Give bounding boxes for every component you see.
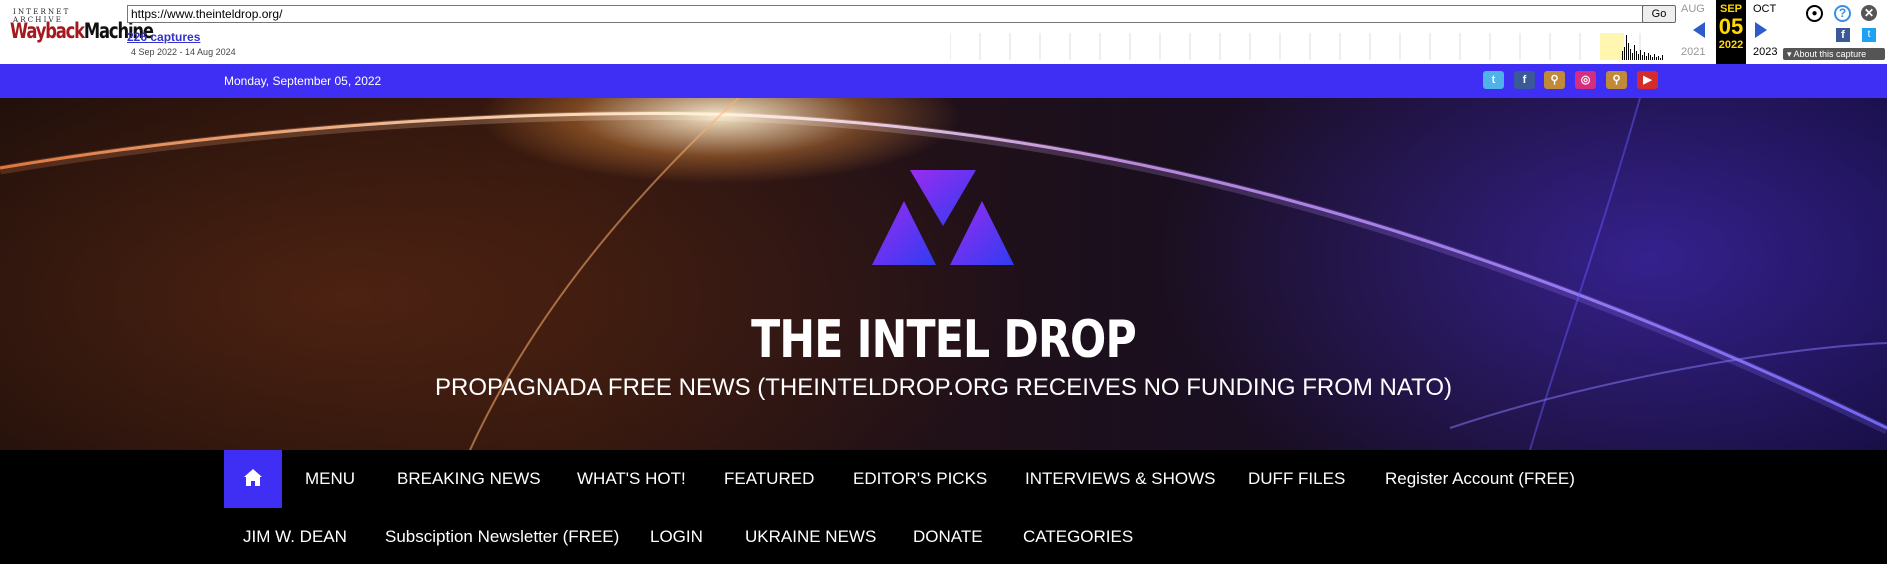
site-top-bar: Monday, September 05, 2022 t f ⚲ ◎ ⚲ ▶ <box>0 64 1887 98</box>
wayback-current-year: 2022 <box>1718 39 1744 51</box>
twitter-icon[interactable]: t <box>1862 28 1876 42</box>
wayback-capture-sparkline[interactable] <box>950 33 1670 60</box>
nav-item-subscription-newsletter[interactable]: Subsciption Newsletter (FREE) <box>385 527 619 547</box>
wayback-current-date: SEP 05 2022 <box>1716 0 1746 64</box>
site-title[interactable]: THE INTEL DROP <box>170 310 1717 370</box>
search-icon[interactable]: ⚲ <box>1544 71 1565 89</box>
wayback-next-month[interactable]: OCT <box>1753 3 1776 15</box>
close-icon[interactable]: ✕ <box>1861 5 1877 21</box>
wayback-next-year[interactable]: 2023 <box>1753 46 1777 58</box>
site-tagline: PROPAGNADA FREE NEWS (THEINTELDROP.ORG R… <box>435 374 1452 401</box>
nav-item-whats-hot[interactable]: WHAT'S HOT! <box>577 469 686 489</box>
wayback-captures-link[interactable]: 226 captures <box>127 30 200 44</box>
facebook-icon[interactable]: f <box>1836 28 1850 42</box>
nav-item-jim-w-dean[interactable]: JIM W. DEAN <box>243 527 347 547</box>
intel-drop-logo-icon[interactable] <box>872 168 1014 266</box>
nav-item-ukraine-news[interactable]: UKRAINE NEWS <box>745 527 876 547</box>
search-icon[interactable]: ⚲ <box>1606 71 1627 89</box>
instagram-icon[interactable]: ◎ <box>1575 71 1596 89</box>
help-icon[interactable]: ? <box>1834 5 1851 22</box>
home-icon <box>244 469 262 486</box>
nav-item-categories[interactable]: CATEGORIES <box>1023 527 1133 547</box>
wayback-prev-month[interactable]: AUG <box>1681 3 1705 15</box>
current-date: Monday, September 05, 2022 <box>224 74 382 88</box>
prev-capture-arrow-icon[interactable] <box>1693 22 1705 38</box>
twitter-icon[interactable]: t <box>1483 71 1504 89</box>
youtube-icon[interactable]: ▶ <box>1637 71 1658 89</box>
wayback-go-button[interactable]: Go <box>1642 5 1676 23</box>
main-navigation: MENU BREAKING NEWS WHAT'S HOT! FEATURED … <box>0 450 1887 564</box>
wayback-url-input[interactable]: https://www.theinteldrop.org/ <box>127 5 1643 23</box>
hero-banner: THE INTEL DROP PROPAGNADA FREE NEWS (THE… <box>0 98 1887 450</box>
nav-item-duff-files[interactable]: DUFF FILES <box>1248 469 1345 489</box>
next-capture-arrow-icon[interactable] <box>1755 22 1767 38</box>
nav-item-breaking-news[interactable]: BREAKING NEWS <box>397 469 541 489</box>
nav-item-editors-picks[interactable]: EDITOR'S PICKS <box>853 469 987 489</box>
home-button[interactable] <box>224 450 282 508</box>
nav-item-donate[interactable]: DONATE <box>913 527 983 547</box>
nav-item-featured[interactable]: FEATURED <box>724 469 814 489</box>
nav-item-login[interactable]: LOGIN <box>650 527 703 547</box>
facebook-icon[interactable]: f <box>1514 71 1535 89</box>
wayback-date-range: 4 Sep 2022 - 14 Aug 2024 <box>131 47 236 57</box>
nav-item-menu[interactable]: MENU <box>305 469 355 489</box>
about-capture-button[interactable]: ▾ About this capture <box>1783 48 1885 60</box>
wayback-logo[interactable]: INTERNET ARCHIVE WaybackMachine <box>10 8 154 53</box>
wayback-prev-year[interactable]: 2021 <box>1681 46 1705 58</box>
wayback-current-day: 05 <box>1718 14 1744 39</box>
nav-item-register-account[interactable]: Register Account (FREE) <box>1385 469 1575 489</box>
nav-item-interviews-shows[interactable]: INTERVIEWS & SHOWS <box>1025 469 1216 489</box>
user-icon[interactable]: ● <box>1806 5 1823 22</box>
wayback-toolbar: INTERNET ARCHIVE WaybackMachine https://… <box>0 0 1887 65</box>
